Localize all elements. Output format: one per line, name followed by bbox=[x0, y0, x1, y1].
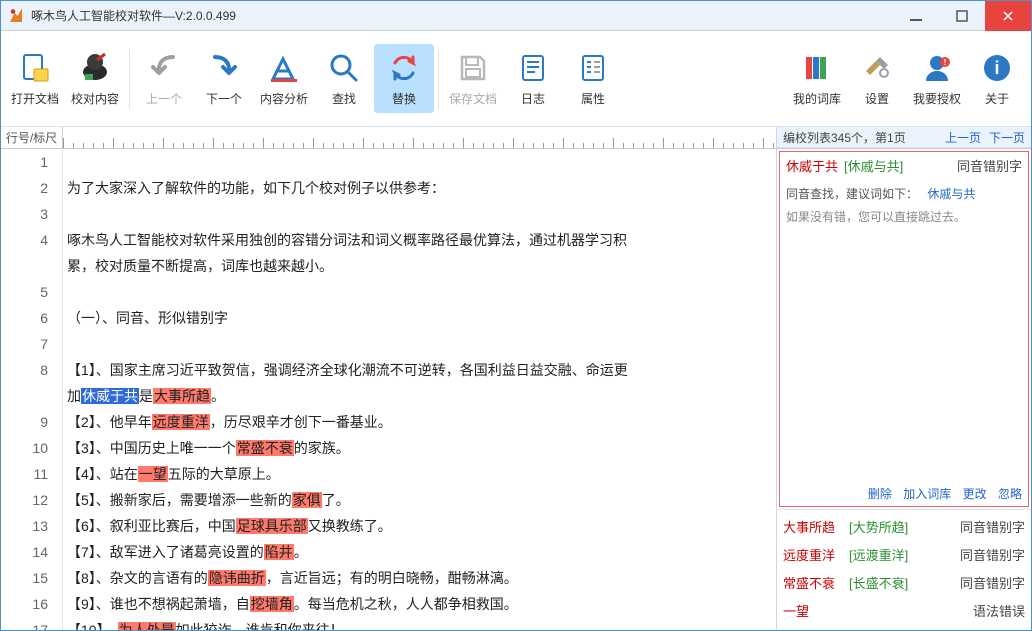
toolbar: 打开文档 校对内容 上一个 下一个 内容分析 查找 替换 保存文档 日志 属性 … bbox=[1, 31, 1031, 127]
detail-note: 如果没有错，您可以直接跳过去。 bbox=[786, 208, 1022, 225]
line-number: 2 bbox=[1, 175, 48, 201]
save-button[interactable]: 保存文档 bbox=[443, 44, 503, 113]
line-number: 16 bbox=[1, 591, 48, 617]
props-button[interactable]: 属性 bbox=[563, 44, 623, 113]
highlighted-error[interactable]: 为人处是 bbox=[118, 622, 176, 630]
text-line: 【9】、谁也不想祸起萧墙，自挖墙角。每当危机之秋，人人都争相救国。 bbox=[67, 591, 776, 617]
detail-hint: 同音查找，建议词如下： 休戚与共 bbox=[786, 185, 1022, 202]
ruler-label: 行号/标尺 bbox=[1, 127, 63, 148]
text-line: 【7】、敌军进入了诸葛亮设置的陷井。 bbox=[67, 539, 776, 565]
error-detail-panel: 休威于共 [休戚与共] 同音错别字 同音查找，建议词如下： 休戚与共 如果没有错… bbox=[779, 151, 1029, 507]
text-line bbox=[67, 279, 776, 305]
highlighted-error[interactable]: 一望 bbox=[138, 466, 168, 482]
highlighted-error[interactable]: 挖墙角 bbox=[250, 596, 294, 612]
ignore-action[interactable]: 忽略 bbox=[998, 487, 1022, 501]
sidebar-summary: 编校列表345个，第1页 bbox=[783, 129, 906, 146]
line-gutter: 1234567891011121314151617 bbox=[1, 149, 63, 630]
delete-action[interactable]: 删除 bbox=[868, 487, 892, 501]
my-dict-button[interactable]: 我的词库 bbox=[787, 44, 847, 113]
highlighted-error[interactable]: 常盛不衰 bbox=[236, 440, 294, 456]
text-line: 累，校对质量不断提高，词库也越来越小。 bbox=[67, 253, 776, 279]
error-list-item[interactable]: 大事所趋[大势所趋]同音错别字 bbox=[783, 512, 1025, 540]
svg-text:i: i bbox=[994, 58, 999, 78]
ruler-row: 行号/标尺 编校列表345个，第1页 上一页 下一页 bbox=[1, 127, 1031, 149]
titlebar: 啄木鸟人工智能校对软件—V:2.0.0.499 bbox=[1, 1, 1031, 31]
text-line: 【5】、搬新家后，需要增添一些新的家俱了。 bbox=[67, 487, 776, 513]
detail-correct-word: [休戚与共] bbox=[844, 156, 903, 175]
proofread-button[interactable]: 校对内容 bbox=[65, 44, 125, 113]
next-button[interactable]: 下一个 bbox=[194, 44, 254, 113]
line-number: 17 bbox=[1, 617, 48, 630]
text-line bbox=[67, 331, 776, 357]
analyze-button[interactable]: 内容分析 bbox=[254, 44, 314, 113]
error-list-item[interactable]: 一望语法错误 bbox=[783, 596, 1025, 624]
minimize-button[interactable] bbox=[893, 1, 939, 31]
text-line: 为了大家深入了解软件的功能，如下几个校对例子以供参考： bbox=[67, 175, 776, 201]
sidebar-header: 编校列表345个，第1页 上一页 下一页 bbox=[776, 127, 1031, 148]
line-number: 7 bbox=[1, 331, 48, 357]
text-line: （一）、同音、形似错别字 bbox=[67, 305, 776, 331]
authorize-button[interactable]: !我要授权 bbox=[907, 44, 967, 113]
maximize-button[interactable] bbox=[939, 1, 985, 31]
line-number: 5 bbox=[1, 279, 48, 305]
log-button[interactable]: 日志 bbox=[503, 44, 563, 113]
window-title: 啄木鸟人工智能校对软件—V:2.0.0.499 bbox=[31, 7, 893, 24]
line-number: 14 bbox=[1, 539, 48, 565]
highlighted-error[interactable]: 休威于共 bbox=[81, 388, 139, 404]
line-number: 1 bbox=[1, 149, 48, 175]
text-line: 加休威于共是大事所趋。 bbox=[67, 383, 776, 409]
next-page-link[interactable]: 下一页 bbox=[989, 129, 1025, 146]
ruler bbox=[63, 127, 776, 148]
replace-button[interactable]: 替换 bbox=[374, 44, 434, 113]
detail-category: 同音错别字 bbox=[957, 156, 1022, 175]
editor-content[interactable]: 为了大家深入了解软件的功能，如下几个校对例子以供参考： 啄木鸟人工智能校对软件采用… bbox=[63, 149, 776, 630]
text-line: 【6】、叙利亚比赛后，中国足球具乐部又换教练了。 bbox=[67, 513, 776, 539]
open-file-button[interactable]: 打开文档 bbox=[5, 44, 65, 113]
text-line: 啄木鸟人工智能校对软件采用独创的容错分词法和词义概率路径最优算法，通过机器学习积 bbox=[67, 227, 776, 253]
line-number: 3 bbox=[1, 201, 48, 227]
text-line bbox=[67, 201, 776, 227]
text-line: 【4】、站在一望五际的大草原上。 bbox=[67, 461, 776, 487]
line-number bbox=[1, 383, 48, 409]
error-list-item[interactable]: 常盛不衰[长盛不衰]同音错别字 bbox=[783, 568, 1025, 596]
close-button[interactable] bbox=[985, 1, 1031, 31]
line-number: 12 bbox=[1, 487, 48, 513]
settings-button[interactable]: 设置 bbox=[847, 44, 907, 113]
suggestion-link[interactable]: 休戚与共 bbox=[927, 187, 975, 201]
line-number bbox=[1, 253, 48, 279]
text-line: 【8】、杂文的言语有的隐讳曲折，言近旨远；有的明白晓畅，酣畅淋漓。 bbox=[67, 565, 776, 591]
text-line bbox=[67, 149, 776, 175]
error-list-item[interactable]: 远度重洋[远渡重洋]同音错别字 bbox=[783, 540, 1025, 568]
sidebar: 休威于共 [休戚与共] 同音错别字 同音查找，建议词如下： 休戚与共 如果没有错… bbox=[776, 149, 1031, 630]
highlighted-error[interactable]: 陷井 bbox=[264, 544, 294, 560]
detail-wrong-word: 休威于共 bbox=[786, 156, 838, 175]
add-dict-action[interactable]: 加入词库 bbox=[903, 487, 951, 501]
line-number: 15 bbox=[1, 565, 48, 591]
svg-text:!: ! bbox=[944, 58, 947, 67]
app-icon bbox=[7, 7, 25, 25]
highlighted-error[interactable]: 隐讳曲折 bbox=[208, 570, 266, 586]
line-number: 4 bbox=[1, 227, 48, 253]
change-action[interactable]: 更改 bbox=[963, 487, 987, 501]
line-number: 10 bbox=[1, 435, 48, 461]
text-line: 【3】、中国历史上唯一一个常盛不衰的家族。 bbox=[67, 435, 776, 461]
line-number: 11 bbox=[1, 461, 48, 487]
line-number: 6 bbox=[1, 305, 48, 331]
highlighted-error[interactable]: 足球具乐部 bbox=[236, 518, 308, 534]
prev-page-link[interactable]: 上一页 bbox=[945, 129, 981, 146]
editor[interactable]: 1234567891011121314151617 为了大家深入了解软件的功能，… bbox=[1, 149, 776, 630]
text-line: 【10】、为人处是如此狡诈，谁肯和你来往！ bbox=[67, 617, 776, 630]
text-line: 【2】、他早年远度重洋，历尽艰辛才创下一番基业。 bbox=[67, 409, 776, 435]
text-line: 【1】、国家主席习近平致贺信，强调经济全球化潮流不可逆转，各国利益日益交融、命运… bbox=[67, 357, 776, 383]
error-list: 大事所趋[大势所趋]同音错别字远度重洋[远渡重洋]同音错别字常盛不衰[长盛不衰]… bbox=[777, 509, 1031, 630]
highlighted-error[interactable]: 家俱 bbox=[292, 492, 322, 508]
highlighted-error[interactable]: 远度重洋 bbox=[152, 414, 210, 430]
find-button[interactable]: 查找 bbox=[314, 44, 374, 113]
about-button[interactable]: i关于 bbox=[967, 44, 1027, 113]
line-number: 9 bbox=[1, 409, 48, 435]
highlighted-error[interactable]: 大事所趋 bbox=[153, 388, 211, 404]
line-number: 8 bbox=[1, 357, 48, 383]
line-number: 13 bbox=[1, 513, 48, 539]
prev-button[interactable]: 上一个 bbox=[134, 44, 194, 113]
